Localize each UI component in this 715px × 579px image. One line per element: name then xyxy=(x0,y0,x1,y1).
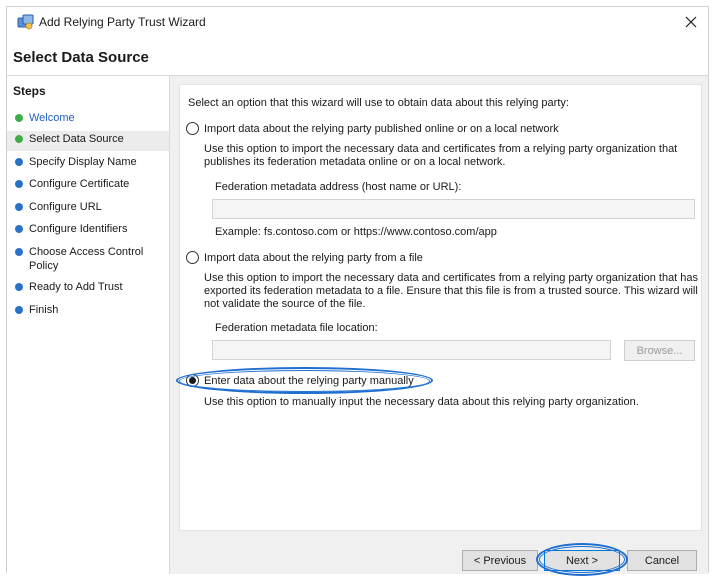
step-done-icon xyxy=(15,114,23,122)
steps-heading: Steps xyxy=(13,84,46,98)
button-bar: < Previous Next > Cancel xyxy=(170,536,710,576)
step-pending-icon xyxy=(15,203,23,211)
step-label: Configure Certificate xyxy=(29,178,130,190)
import-file-description: Use this option to import the necessary … xyxy=(204,272,699,310)
step-welcome: Welcome xyxy=(7,110,169,130)
main-panel: Select an option that this wizard will u… xyxy=(176,84,702,531)
radio-enter-manually[interactable] xyxy=(186,374,199,387)
content-area: Steps Welcome Select Data Source Specify… xyxy=(7,75,710,576)
import-online-description: Use this option to import the necessary … xyxy=(204,143,678,168)
radio-enter-manually-label[interactable]: Enter data about the relying party manua… xyxy=(204,375,414,387)
metadata-address-example: Example: fs.contoso.com or https://www.c… xyxy=(215,226,497,238)
step-pending-icon xyxy=(15,225,23,233)
step-label: Select Data Source xyxy=(29,133,124,145)
step-label: Configure URL xyxy=(29,201,102,213)
intro-text: Select an option that this wizard will u… xyxy=(188,97,569,109)
previous-button[interactable]: < Previous xyxy=(462,550,538,571)
step-pending-icon xyxy=(15,158,23,166)
step-choose-access-control-policy: Choose Access Control Policy xyxy=(7,244,169,274)
cancel-button[interactable]: Cancel xyxy=(627,550,697,571)
browse-button[interactable]: Browse... xyxy=(624,340,695,361)
radio-import-file[interactable] xyxy=(186,251,199,264)
wizard-window: Add Relying Party Trust Wizard Select Da… xyxy=(6,6,710,576)
step-label: Finish xyxy=(29,304,59,316)
metadata-address-label: Federation metadata address (host name o… xyxy=(215,181,462,193)
metadata-address-input[interactable] xyxy=(212,199,695,219)
wizard-app-icon xyxy=(17,14,34,30)
window-title: Add Relying Party Trust Wizard xyxy=(39,15,206,29)
step-configure-url: Configure URL xyxy=(7,199,169,219)
step-specify-display-name: Specify Display Name xyxy=(7,154,169,174)
radio-import-online-label[interactable]: Import data about the relying party publ… xyxy=(204,123,559,135)
radio-import-online[interactable] xyxy=(186,122,199,135)
close-icon[interactable] xyxy=(678,9,704,35)
step-label: Welcome xyxy=(29,112,75,124)
step-pending-icon xyxy=(15,248,23,256)
metadata-file-input[interactable] xyxy=(212,340,611,360)
step-label: Configure Identifiers xyxy=(29,223,128,235)
step-label: Specify Display Name xyxy=(29,156,137,168)
step-ready-to-add-trust: Ready to Add Trust xyxy=(7,279,169,299)
page-title: Select Data Source xyxy=(13,49,149,66)
step-select-data-source: Select Data Source xyxy=(7,131,169,151)
title-bar: Add Relying Party Trust Wizard xyxy=(7,7,708,37)
next-button[interactable]: Next > xyxy=(544,550,620,571)
page-header: Select Data Source xyxy=(7,41,708,75)
step-configure-identifiers: Configure Identifiers xyxy=(7,221,169,241)
step-pending-icon xyxy=(15,306,23,314)
step-configure-certificate: Configure Certificate xyxy=(7,176,169,196)
enter-manually-description: Use this option to manually input the ne… xyxy=(204,396,639,408)
step-pending-icon xyxy=(15,283,23,291)
step-finish: Finish xyxy=(7,302,169,322)
step-current-icon xyxy=(15,135,23,143)
step-label: Choose Access Control Policy xyxy=(29,246,144,272)
step-label: Ready to Add Trust xyxy=(29,281,123,293)
metadata-file-label: Federation metadata file location: xyxy=(215,322,378,334)
steps-panel: Steps Welcome Select Data Source Specify… xyxy=(7,76,170,574)
step-pending-icon xyxy=(15,180,23,188)
radio-import-file-label[interactable]: Import data about the relying party from… xyxy=(204,252,423,264)
